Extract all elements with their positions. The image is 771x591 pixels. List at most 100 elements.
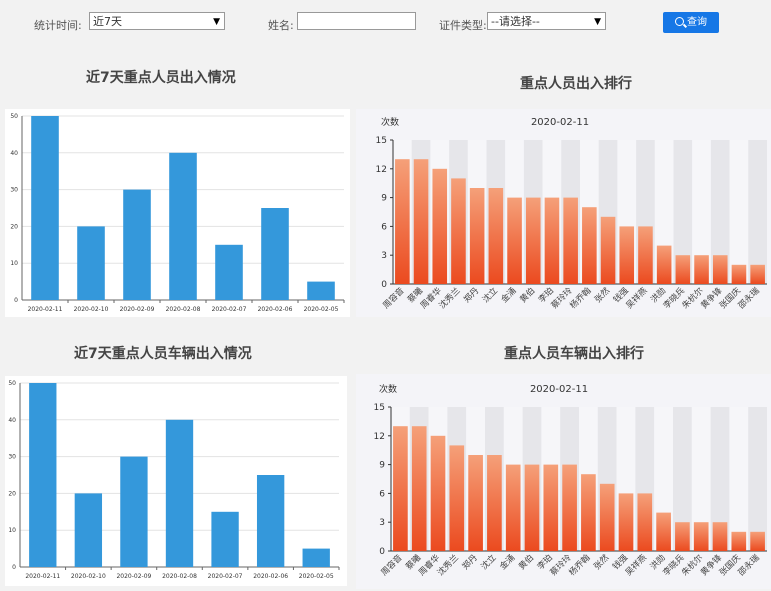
x-tick-label: 沈立	[480, 285, 500, 305]
y-tick-label: 9	[379, 461, 385, 471]
bar	[451, 178, 466, 284]
y-tick-label: 15	[374, 403, 385, 413]
bar	[215, 244, 243, 300]
bar	[675, 522, 690, 551]
y-tick-label: 3	[381, 251, 387, 261]
vehicle-rank-chart-svg: 03691215次数 2020-02-11周容音 蔡曦周睿华沈秀兰 郑丹 沈立 金涌 黄伯李…	[374, 383, 767, 578]
bar	[619, 226, 635, 284]
person-rank-chart: 0 3 6 9 12 15 次数 2020-02-11 周容音 蔡曦 周睿华 沈秀兰 郑丹 沈立 金涌 黄伯李…	[356, 109, 771, 317]
y-tick-label: 6	[379, 489, 385, 499]
bar	[29, 383, 57, 567]
dropdown-arrow-icon: ▼	[213, 17, 220, 27]
chart-subtitle: 2020-02-11	[530, 384, 588, 395]
person-inout-chart: 0 10 20 30 40 50 2020-02-11 2020-02-10 2020-02-0…	[5, 109, 350, 317]
x-tick-label: 2020-02-06	[253, 573, 288, 580]
x-tick-label: 金涌	[498, 552, 518, 572]
person-inout-chart-svg: 0 10 20 30 40 50 2020-02-11 2020-02-10 2020-02-0…	[10, 113, 345, 313]
y-tick-label: 3	[379, 518, 385, 528]
bar	[618, 493, 634, 551]
y-tick-label: 30	[8, 454, 16, 461]
bar	[211, 511, 239, 567]
bar	[74, 493, 103, 567]
person-rank-chart-svg: 03691215次数 2020-02-11周容音 蔡曦周睿华沈秀兰 郑丹 沈立 金涌 黄伯李…	[376, 116, 767, 311]
x-tick-label: 2020-02-09	[116, 573, 151, 580]
y-tick-label: 20	[10, 223, 18, 230]
bar	[543, 464, 559, 551]
y-tick-label: 0	[14, 297, 18, 304]
dropdown-arrow-icon: ▼	[594, 17, 601, 27]
bar	[525, 197, 541, 284]
bar	[562, 464, 577, 551]
x-tick-label: 2020-02-11	[25, 573, 60, 580]
x-tick-label: 吴祥燕	[623, 552, 649, 578]
bar	[395, 159, 410, 284]
bar	[675, 255, 691, 284]
bar	[77, 226, 105, 300]
y-axis-label: 次数	[379, 383, 397, 395]
x-tick-label: 2020-02-08	[162, 573, 197, 580]
search-icon	[675, 17, 684, 26]
vehicle-inout-chart-svg: 0 10 20 30 40 50 2020-02-11 2020-02-10 2020-02-0…	[8, 380, 340, 580]
x-tick-label: 杨乔翰	[568, 285, 594, 311]
x-tick-label: 沈秀兰	[435, 552, 461, 578]
person-rank-title: 重点人员出入排行	[520, 76, 632, 92]
bar	[507, 197, 522, 284]
bar	[430, 435, 446, 551]
bar	[256, 475, 285, 567]
period-select-value: 近7天	[93, 15, 122, 28]
y-tick-label: 30	[10, 187, 18, 194]
bar	[449, 445, 465, 551]
bar	[31, 116, 59, 300]
bar	[693, 522, 709, 551]
y-tick-label: 15	[376, 136, 387, 146]
bar	[411, 426, 427, 551]
bar	[582, 207, 597, 284]
bar	[413, 159, 429, 284]
x-tick-label: 黄伯	[516, 552, 536, 572]
search-button-label: 查询	[687, 17, 707, 28]
vehicle-inout-title: 近7天重点人员车辆出入情况	[74, 346, 252, 362]
x-tick-label: 2020-02-10	[71, 573, 106, 580]
y-tick-label: 9	[381, 194, 387, 204]
x-tick-label: 张然	[592, 552, 612, 572]
period-select[interactable]: 近7天 ▼	[89, 12, 225, 30]
y-tick-label: 50	[8, 380, 16, 387]
bar	[581, 474, 596, 551]
person-inout-title: 近7天重点人员出入情况	[86, 70, 236, 86]
x-tick-label: 郑丹	[460, 552, 480, 572]
bar	[261, 208, 289, 300]
x-tick-label: 2020-02-05	[304, 306, 339, 313]
bar	[750, 264, 765, 284]
x-tick-label: 金涌	[499, 285, 519, 305]
x-tick-label: 郑丹	[461, 285, 481, 305]
y-tick-label: 20	[8, 490, 16, 497]
x-tick-label: 2020-02-08	[166, 306, 201, 313]
name-input[interactable]	[297, 12, 416, 30]
bar	[600, 216, 616, 284]
x-tick-label: 2020-02-10	[74, 306, 109, 313]
bar	[656, 245, 672, 284]
bar	[731, 264, 747, 284]
bar	[488, 188, 504, 284]
search-button[interactable]: 查询	[663, 12, 719, 33]
idtype-label: 证件类型:	[439, 19, 487, 32]
idtype-select-value: --请选择--	[491, 15, 540, 28]
x-tick-label: 邵永瑞	[736, 285, 762, 311]
bar	[656, 512, 671, 551]
bar	[393, 426, 408, 551]
bar	[524, 464, 540, 551]
y-tick-label: 0	[381, 280, 387, 290]
category-band	[729, 407, 749, 551]
bar	[432, 168, 448, 284]
bar	[165, 419, 194, 567]
bar	[694, 255, 709, 284]
bar	[544, 197, 560, 284]
filter-bar: 统计时间: 近7天 ▼ 姓名: 证件类型: --请选择-- ▼ 查询	[0, 0, 771, 46]
bar	[750, 531, 765, 551]
bar	[302, 548, 330, 567]
y-tick-label: 6	[381, 222, 387, 232]
idtype-select[interactable]: --请选择-- ▼	[487, 12, 606, 30]
category-band	[748, 140, 767, 284]
x-tick-label: 2020-02-07	[212, 306, 247, 313]
bar	[120, 456, 148, 567]
